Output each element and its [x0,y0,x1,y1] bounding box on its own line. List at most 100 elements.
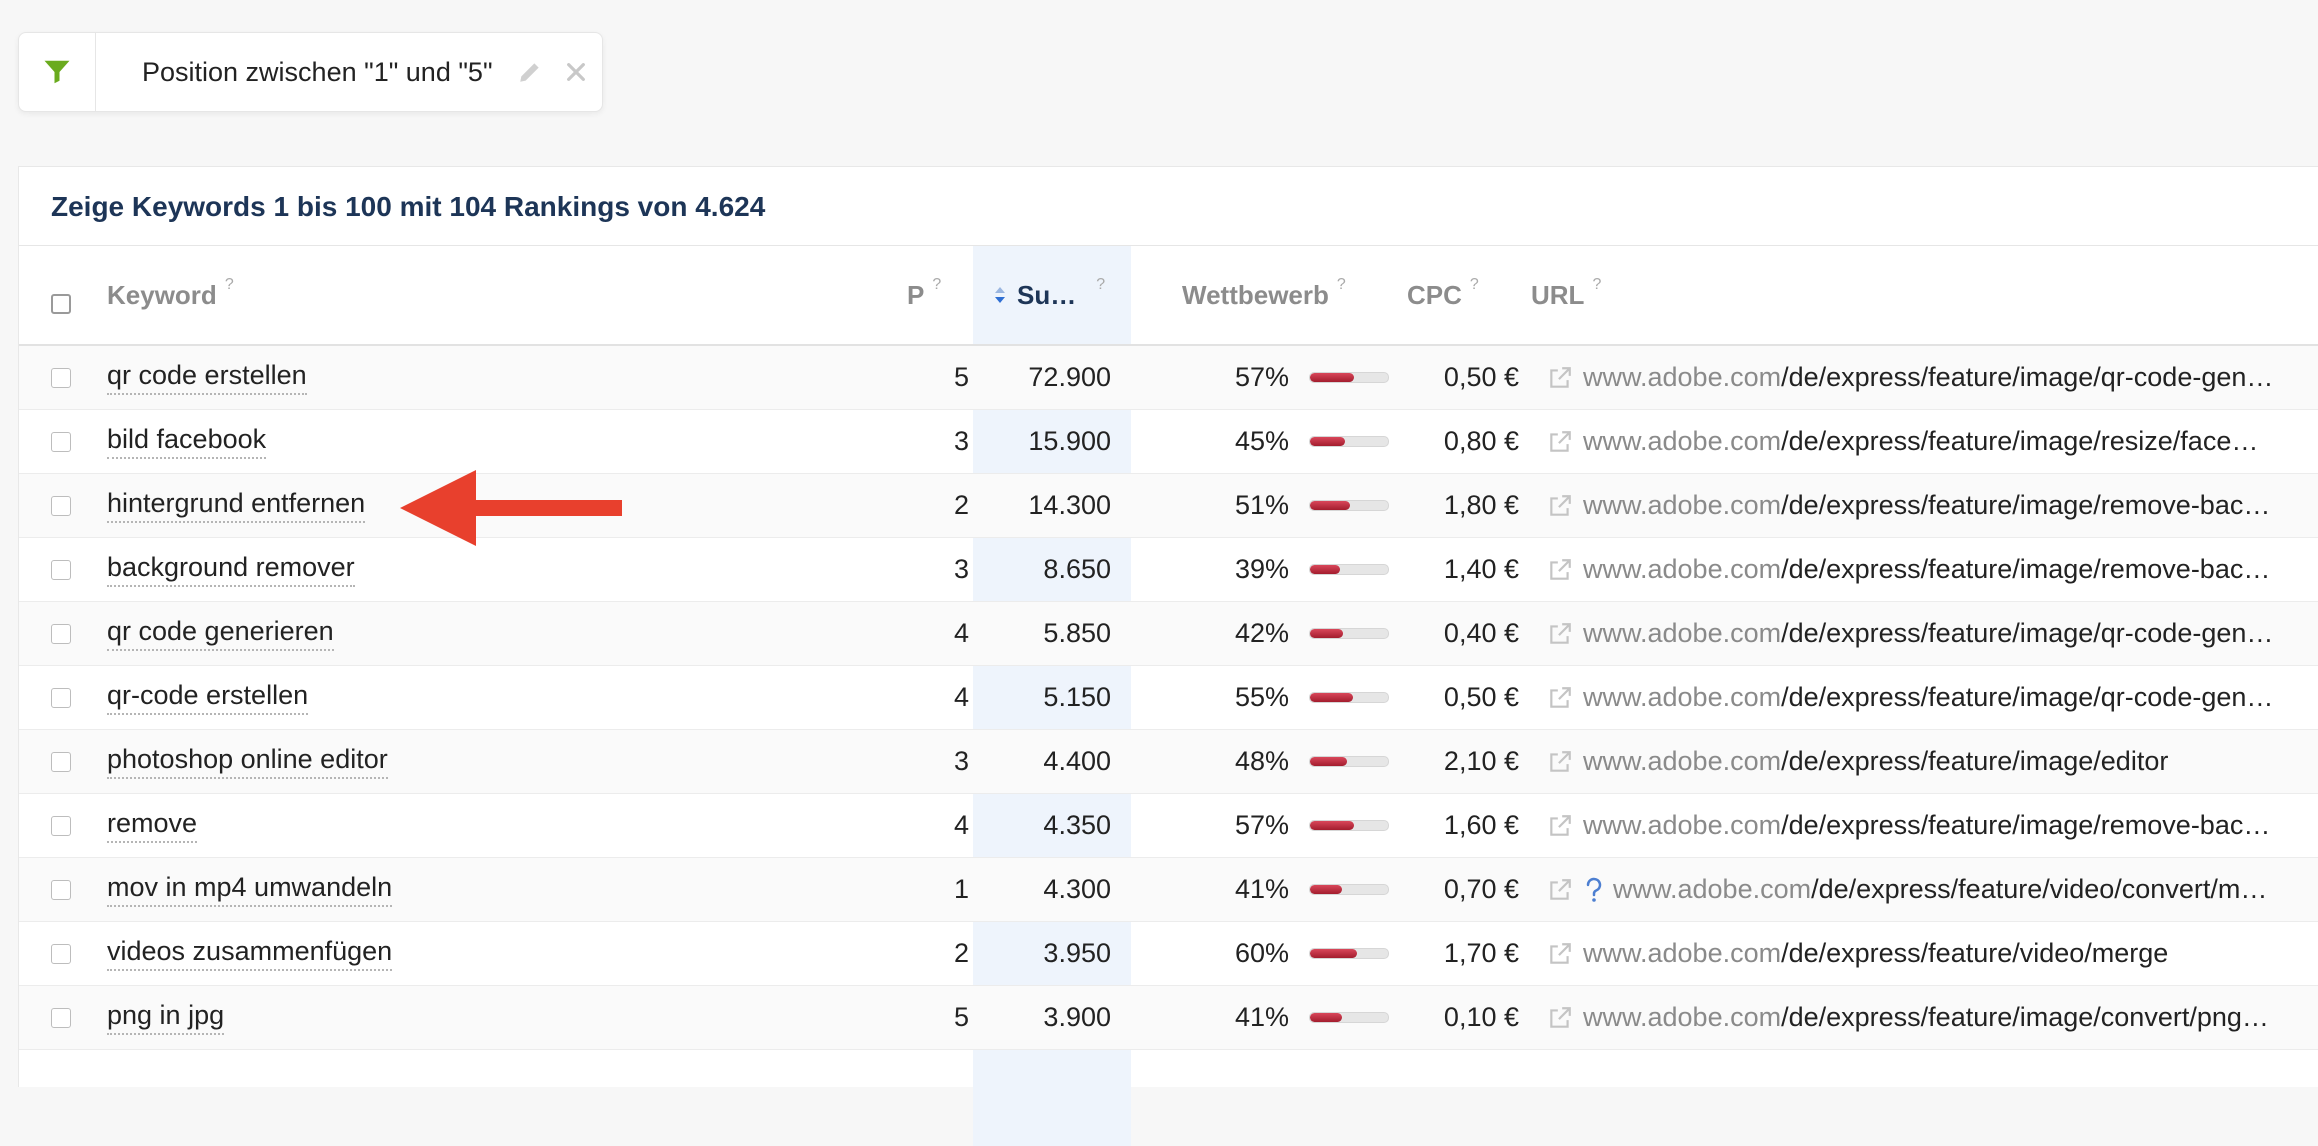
row-checkbox[interactable] [51,559,71,580]
competition-bar [1309,948,1389,959]
competition-bar [1309,884,1389,895]
search-volume-cell: 4.300 [1043,874,1111,904]
url-path: /de/express/feature/image/qr-code-gen… [1781,362,2274,392]
row-checkbox[interactable] [51,431,71,452]
url-link[interactable]: www.adobe.com/de/express/feature/image/q… [1583,682,2273,713]
keyword-link[interactable]: png in jpg [107,1000,225,1035]
keyword-link[interactable]: photoshop online editor [107,744,388,779]
competition-cell: 39% [1234,554,1289,584]
search-volume-cell: 4.400 [1043,746,1111,776]
url-path: /de/express/feature/image/remove-bac… [1781,810,2271,840]
url-link[interactable]: www.adobe.com/de/express/feature/image/r… [1583,490,2270,521]
table-row: videos zusammenfügen 2 3.950 60% 1,70 € www.a… [19,922,2318,986]
url-domain: www.adobe.com [1583,810,1782,840]
external-link-icon[interactable] [1547,941,1573,967]
url-cell: www.adobe.com/de/express/feature/video/c… [1547,858,2267,921]
help-icon[interactable]: ? [225,276,234,294]
url-link[interactable]: www.adobe.com/de/express/feature/image/e… [1583,746,2168,777]
position-cell: 5 [953,362,969,392]
filter-button[interactable] [19,33,96,111]
competition-bar-cell [1309,794,1389,857]
url-link[interactable]: www.adobe.com/de/express/feature/video/m… [1583,938,2168,969]
cpc-cell: 1,70 € [1443,938,1519,968]
url-path: /de/express/feature/image/remove-bac… [1781,490,2271,520]
competition-bar-cell [1309,730,1389,793]
url-link[interactable]: www.adobe.com/de/express/feature/image/q… [1583,618,2273,649]
search-volume-cell: 4.350 [1043,810,1111,840]
table-header: Keyword? P? Su…? Wettbewerb? CPC? URL? [19,246,2318,346]
keyword-cell: qr code generieren [107,602,334,665]
external-link-icon[interactable] [1547,1005,1573,1031]
external-link-icon[interactable] [1547,365,1573,391]
row-checkbox[interactable] [51,495,71,516]
external-link-icon[interactable] [1547,749,1573,775]
filter-label: Position zwischen "1" und "5" [142,56,493,87]
keyword-link[interactable]: bild facebook [107,424,267,459]
row-checkbox[interactable] [51,687,71,708]
keyword-link[interactable]: background remover [107,552,355,587]
row-checkbox[interactable] [51,815,71,836]
row-select-cell [51,666,71,729]
help-icon[interactable]: ? [932,276,941,294]
filter-bar: Position zwischen "1" und "5" [18,32,603,112]
column-header-keyword[interactable]: Keyword? [107,246,234,344]
cpc-cell: 0,40 € [1443,618,1519,648]
results-summary: Zeige Keywords 1 bis 100 mit 104 Ranking… [51,191,766,222]
external-link-icon[interactable] [1547,429,1573,455]
row-select-cell [51,922,71,985]
column-header-position[interactable]: P? [907,246,941,344]
help-icon[interactable]: ? [1337,276,1346,294]
remove-filter-button[interactable] [565,61,587,83]
search-volume-cell: 15.900 [1028,426,1111,456]
external-link-icon[interactable] [1547,877,1573,903]
column-header-competition[interactable]: Wettbewerb? [1182,246,1346,344]
keyword-link[interactable]: hintergrund entfernen [107,488,366,523]
url-cell: www.adobe.com/de/express/feature/image/q… [1547,666,2273,729]
url-path: /de/express/feature/video/convert/m… [1811,874,2268,904]
url-cell: www.adobe.com/de/express/feature/image/q… [1547,602,2273,665]
competition-bar-cell [1309,986,1389,1049]
competition-bar-cell [1309,538,1389,601]
keyword-link[interactable]: mov in mp4 umwandeln [107,872,393,907]
keyword-link[interactable]: qr-code erstellen [107,680,309,715]
row-checkbox[interactable] [51,1007,71,1028]
external-link-icon[interactable] [1547,557,1573,583]
url-link[interactable]: www.adobe.com/de/express/feature/image/c… [1583,1002,2269,1033]
keyword-link[interactable]: qr code erstellen [107,360,307,395]
keyword-link[interactable]: remove [107,808,198,843]
row-checkbox[interactable] [51,367,71,388]
row-checkbox[interactable] [51,943,71,964]
competition-bar-fill [1310,565,1341,574]
select-all-checkbox[interactable] [51,294,71,314]
keyword-link[interactable]: videos zusammenfügen [107,936,393,971]
row-checkbox[interactable] [51,623,71,644]
help-icon[interactable]: ? [1096,276,1105,294]
competition-bar [1309,500,1389,511]
position-cell: 2 [953,938,969,968]
row-checkbox[interactable] [51,751,71,772]
competition-bar-fill [1310,373,1355,382]
url-link[interactable]: www.adobe.com/de/express/feature/image/q… [1583,362,2273,393]
external-link-icon[interactable] [1547,493,1573,519]
column-header-cpc[interactable]: CPC? [1407,246,1479,344]
edit-filter-button[interactable] [517,59,543,85]
help-icon[interactable]: ? [1470,276,1479,294]
help-icon[interactable]: ? [1592,276,1601,294]
pencil-icon [519,63,539,82]
external-link-icon[interactable] [1547,813,1573,839]
url-link[interactable]: www.adobe.com/de/express/feature/image/r… [1583,810,2270,841]
url-link[interactable]: www.adobe.com/de/express/feature/image/r… [1583,554,2270,585]
column-header-url[interactable]: URL? [1531,246,1601,344]
row-checkbox[interactable] [51,879,71,900]
competition-cell: 57% [1234,810,1289,840]
column-header-search-volume[interactable]: Su…? [993,246,1105,344]
url-link[interactable]: www.adobe.com/de/express/feature/video/c… [1613,874,2267,905]
external-link-icon[interactable] [1547,621,1573,647]
cpc-cell: 1,80 € [1443,490,1519,520]
url-link[interactable]: www.adobe.com/de/express/feature/image/r… [1583,426,2258,457]
external-link-icon[interactable] [1547,685,1573,711]
url-domain: www.adobe.com [1583,554,1782,584]
position-cell: 3 [953,746,969,776]
keyword-link[interactable]: qr code generieren [107,616,334,651]
sort-icon [995,287,1005,303]
